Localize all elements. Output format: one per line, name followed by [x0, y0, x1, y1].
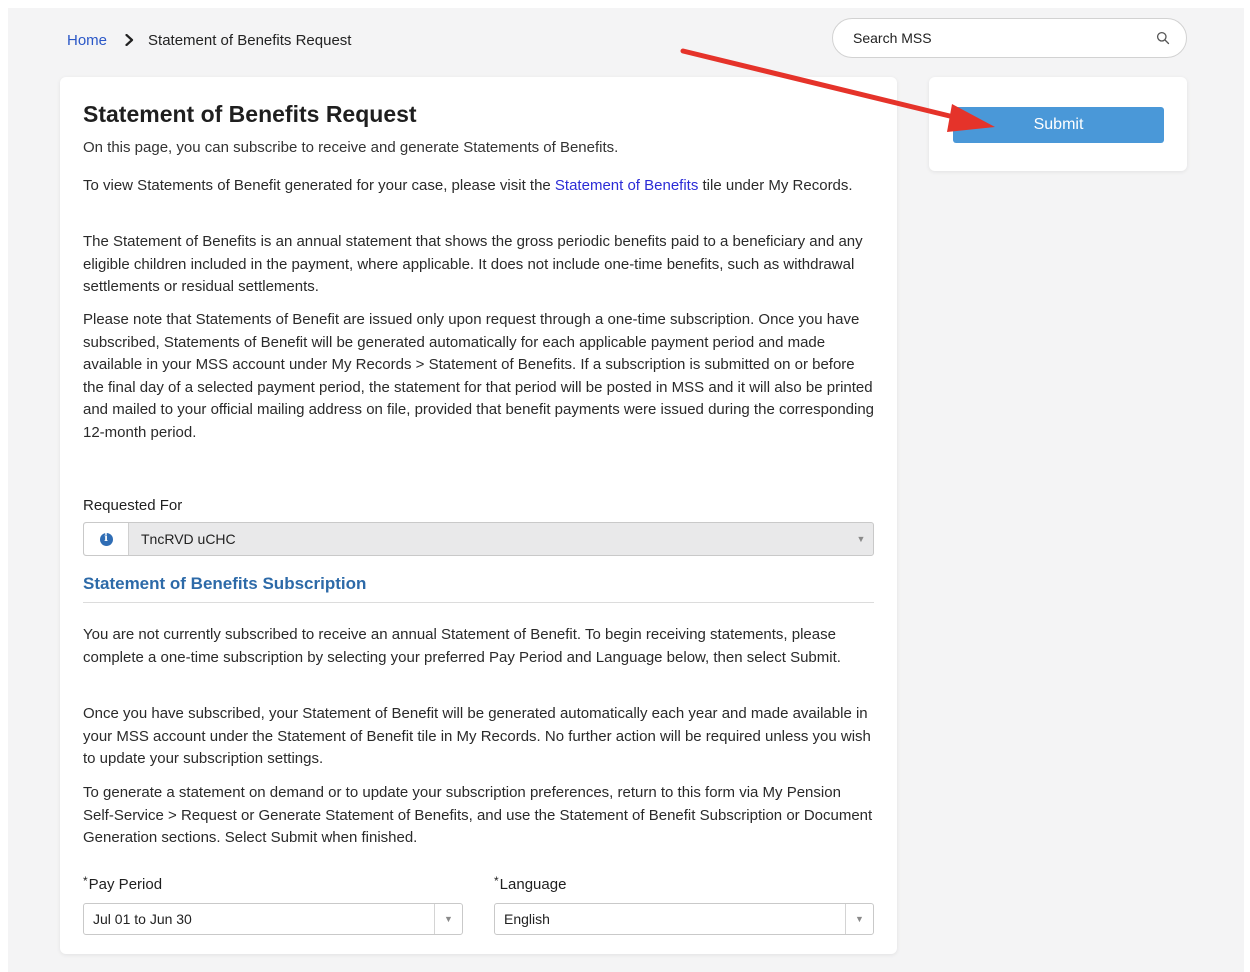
subscription-note-paragraph: Please note that Statements of Benefit a…	[83, 311, 875, 441]
required-marker: *	[494, 874, 499, 888]
requested-for-select[interactable]: i TncRVD uCHC ▼	[83, 522, 874, 556]
caret-down-icon: ▼	[856, 534, 866, 544]
language-label-text: Language	[499, 876, 567, 893]
search-bar[interactable]	[832, 18, 1187, 58]
requested-for-value: TncRVD uCHC	[141, 531, 236, 547]
page-subtitle: On this page, you can subscribe to recei…	[83, 139, 619, 156]
chevron-right-icon	[125, 34, 134, 46]
requested-for-label: Requested For	[83, 497, 183, 514]
actions-card: Submit	[929, 77, 1187, 171]
info-cell: i	[84, 523, 129, 555]
section-divider	[83, 602, 874, 603]
caret-down-icon: ▼	[845, 904, 873, 934]
visit-instructions: To view Statements of Benefit generated …	[83, 175, 875, 198]
caret-down-icon: ▼	[434, 904, 462, 934]
pay-period-label: *Pay Period	[83, 874, 163, 893]
subscription-section-title: Statement of Benefits Subscription	[83, 574, 367, 593]
required-marker: *	[83, 874, 88, 888]
request-form-card: Statement of Benefits Request On this pa…	[60, 77, 897, 954]
visit-suffix-text: tile under My Records.	[698, 177, 853, 194]
pay-period-label-text: Pay Period	[88, 876, 163, 893]
statement-of-benefits-link[interactable]: Statement of Benefits	[555, 177, 698, 194]
search-icon[interactable]	[1156, 31, 1170, 45]
language-value: English	[504, 911, 550, 927]
subscription-intro-paragraph: You are not currently subscribed to rece…	[83, 626, 841, 666]
breadcrumb: Home Statement of Benefits Request	[67, 30, 351, 50]
page-title: Statement of Benefits Request	[83, 101, 417, 127]
description-paragraph: The Statement of Benefits is an annual s…	[83, 233, 863, 295]
info-icon: i	[99, 532, 113, 546]
subscription-auto-paragraph: Once you have subscribed, your Statement…	[83, 705, 871, 767]
search-input[interactable]	[853, 30, 1156, 46]
submit-button[interactable]: Submit	[953, 107, 1164, 143]
visit-prefix-text: To view Statements of Benefit generated …	[83, 177, 555, 194]
breadcrumb-home-link[interactable]: Home	[67, 32, 107, 49]
pay-period-select[interactable]: Jul 01 to Jun 30 ▼	[83, 903, 463, 935]
subscription-update-paragraph: To generate a statement on demand or to …	[83, 784, 873, 846]
language-select[interactable]: English ▼	[494, 903, 874, 935]
language-label: *Language	[494, 874, 567, 893]
pay-period-value: Jul 01 to Jun 30	[93, 911, 192, 927]
breadcrumb-current: Statement of Benefits Request	[148, 31, 352, 49]
